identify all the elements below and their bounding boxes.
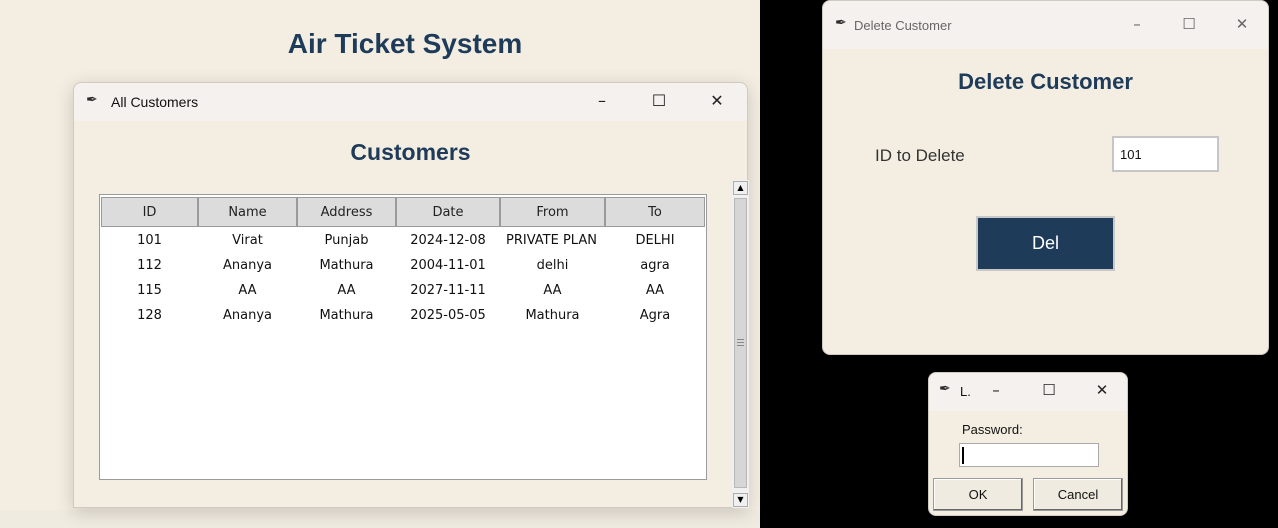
id-to-delete-label: ID to Delete: [875, 146, 965, 165]
delete-customer-window: ✒ Delete Customer – ☐ ✕ Delete Customer …: [822, 0, 1269, 355]
scroll-thumb[interactable]: [734, 198, 747, 488]
cell-date: 2027-11-11: [410, 282, 486, 298]
feather-icon: ✒: [835, 15, 847, 31]
cell-name: Ananya: [223, 307, 272, 323]
cell-name: Ananya: [223, 257, 272, 273]
table-row[interactable]: 128 Ananya Mathura 2025-05-05 Mathura Ag…: [100, 303, 706, 327]
table-row[interactable]: 115 AA AA 2027-11-11 AA AA: [100, 278, 706, 302]
cell-from: AA: [543, 282, 562, 298]
cell-to: Agra: [639, 307, 671, 323]
delete-heading: Delete Customer: [958, 69, 1133, 94]
cell-name: Virat: [232, 232, 263, 248]
column-header-date[interactable]: Date: [396, 197, 500, 227]
ok-button[interactable]: OK: [933, 478, 1023, 511]
close-button[interactable]: ✕: [1230, 15, 1254, 33]
close-button[interactable]: ✕: [705, 91, 729, 110]
scroll-up-arrow-icon[interactable]: ▲: [733, 181, 748, 195]
login-window-title: L.: [960, 384, 971, 399]
cell-date: 2024-12-08: [410, 232, 486, 248]
app-title: Air Ticket System: [287, 28, 523, 59]
grip-icon: [737, 339, 744, 346]
vertical-scrollbar[interactable]: ▲ ▼: [732, 180, 749, 508]
cell-name: AA: [238, 282, 257, 298]
cell-from: Mathura: [525, 307, 580, 323]
maximize-button[interactable]: ☐: [1177, 15, 1201, 33]
cancel-button[interactable]: Cancel: [1033, 478, 1123, 511]
cell-to: AA: [645, 282, 665, 298]
cell-id: 128: [137, 307, 162, 323]
customers-titlebar[interactable]: ✒ All Customers – ☐ ✕: [74, 83, 747, 121]
column-header-address[interactable]: Address: [297, 197, 396, 227]
id-to-delete-input[interactable]: [1112, 136, 1219, 172]
cell-from: delhi: [536, 257, 569, 273]
cell-id: 101: [137, 232, 162, 248]
table-row[interactable]: 101 Virat Punjab 2024-12-08 PRIVATE PLAN…: [100, 228, 706, 252]
cell-date: 2025-05-05: [410, 307, 486, 323]
cell-id: 115: [137, 282, 162, 298]
cell-address: AA: [337, 282, 356, 298]
login-titlebar[interactable]: ✒ L. – ☐ ✕: [929, 373, 1127, 411]
table-row[interactable]: 112 Ananya Mathura 2004-11-01 delhi agra: [100, 253, 706, 277]
cell-date: 2004-11-01: [410, 257, 486, 273]
all-customers-window: ✒ All Customers – ☐ ✕ Customers ID Name …: [73, 82, 749, 508]
feather-icon: ✒: [86, 92, 98, 108]
password-label: Password:: [962, 422, 1023, 437]
delete-titlebar[interactable]: ✒ Delete Customer – ☐ ✕: [823, 1, 1268, 49]
close-button[interactable]: ✕: [1091, 381, 1113, 399]
customers-window-title: All Customers: [111, 94, 199, 110]
column-header-from[interactable]: From: [500, 197, 605, 227]
login-window: ✒ L. – ☐ ✕ Password: OK Cancel: [928, 372, 1128, 516]
text-caret: [962, 447, 964, 464]
cell-to: agra: [640, 257, 670, 273]
del-button[interactable]: Del: [976, 216, 1115, 271]
delete-window-title: Delete Customer: [854, 18, 952, 33]
minimize-button[interactable]: –: [590, 91, 614, 110]
scroll-down-arrow-icon[interactable]: ▼: [733, 493, 748, 507]
main-bottom-strip: [0, 510, 760, 528]
customers-table[interactable]: ID Name Address Date From To 101 Virat P…: [99, 194, 707, 480]
password-input[interactable]: [959, 443, 1099, 467]
cell-to: DELHI: [635, 232, 675, 248]
cell-from: PRIVATE PLAN: [506, 232, 597, 248]
minimize-button[interactable]: –: [985, 381, 1007, 399]
maximize-button[interactable]: ☐: [647, 91, 671, 110]
customers-heading: Customers: [350, 139, 471, 165]
cell-id: 112: [137, 257, 162, 273]
column-header-name[interactable]: Name: [198, 197, 297, 227]
column-header-id[interactable]: ID: [101, 197, 198, 227]
feather-icon: ✒: [939, 381, 951, 397]
cell-address: Mathura: [319, 257, 374, 273]
maximize-button[interactable]: ☐: [1038, 381, 1060, 399]
column-header-to[interactable]: To: [605, 197, 705, 227]
cell-address: Mathura: [319, 307, 374, 323]
cell-address: Punjab: [324, 232, 369, 248]
minimize-button[interactable]: –: [1125, 15, 1149, 33]
